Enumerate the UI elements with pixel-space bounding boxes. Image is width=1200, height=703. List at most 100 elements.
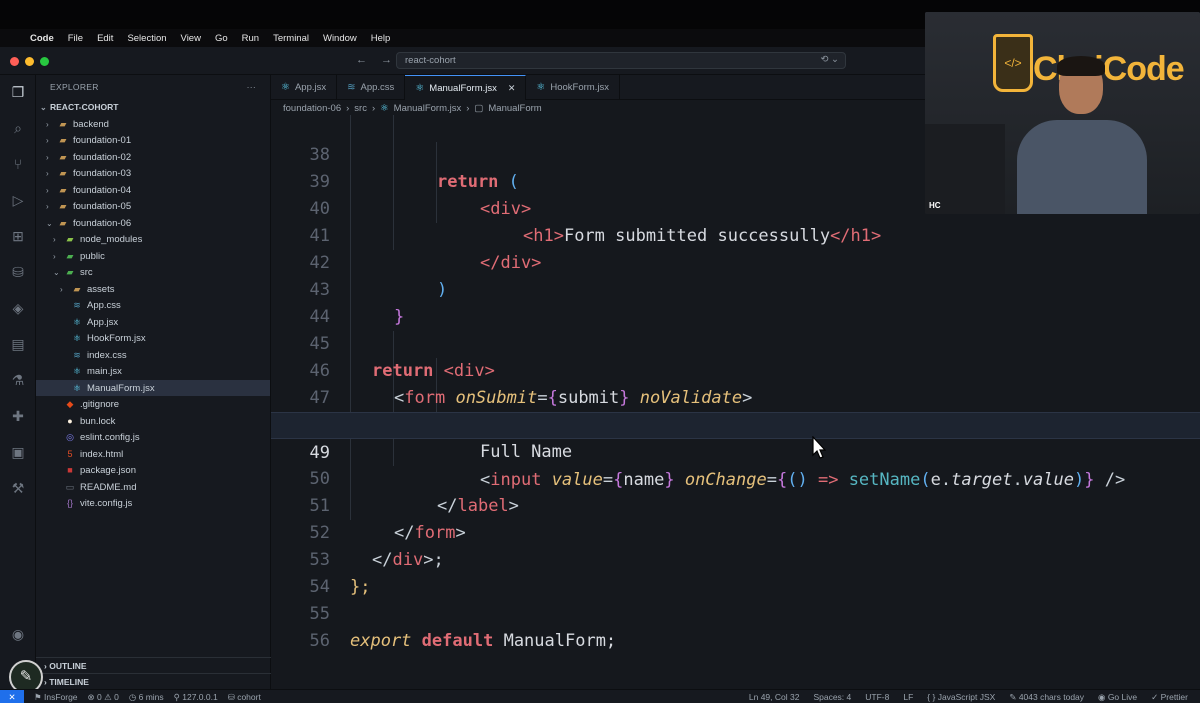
command-center-search[interactable]: react-cohort ⟲ ⌄ <box>396 52 846 69</box>
package-icon[interactable]: ▣ <box>9 443 27 461</box>
status-prettier[interactable]: ✓ Prettier <box>1151 692 1188 703</box>
account-icon[interactable]: ◉ <box>9 625 27 643</box>
react-icon: ⚛ <box>536 82 546 93</box>
status-spaces[interactable]: Spaces: 4 <box>813 692 851 702</box>
tree-item[interactable]: ◆ .gitignore <box>36 396 270 413</box>
code-line[interactable]: 42 ) <box>271 223 1200 300</box>
back-arrow-icon[interactable]: ← <box>356 54 367 66</box>
tree-item[interactable]: › ▰ assets <box>36 281 270 298</box>
tab-manualform-jsx[interactable]: ⚛ ManualForm.jsx ✕ <box>405 75 527 101</box>
tree-item[interactable]: {} vite.config.js <box>36 495 270 512</box>
tree-item[interactable]: › ▰ public <box>36 248 270 265</box>
tab-app-css[interactable]: ≋ App.css <box>337 75 406 100</box>
tree-item[interactable]: ⚛ HookForm.jsx <box>36 330 270 347</box>
close-window-button[interactable] <box>10 57 19 66</box>
code-line[interactable]: 46 <form onSubmit={submit} noValidate> <box>271 331 1200 408</box>
tree-item[interactable]: ■ package.json <box>36 462 270 479</box>
status-time[interactable]: ◷ 6 mins <box>129 692 164 703</box>
json-icon[interactable]: ▤ <box>9 335 27 353</box>
tree-item[interactable]: ⚛ ManualForm.jsx <box>36 379 270 396</box>
timeline-section[interactable]: › TIMELINE <box>36 673 271 689</box>
tree-item[interactable]: › ▰ foundation-03 <box>36 165 270 182</box>
source-control-icon[interactable]: ⑂ <box>9 155 27 173</box>
menu-app-name[interactable]: Code <box>30 33 54 44</box>
code-line[interactable]: 47 <label> <box>271 358 1200 435</box>
status-branch[interactable]: ⚑ InsForge <box>34 692 78 703</box>
forward-arrow-icon[interactable]: → <box>381 54 392 66</box>
remote-icon[interactable]: ✕ <box>0 690 24 703</box>
code-line[interactable]: 43 } <box>271 250 1200 327</box>
menu-go[interactable]: Go <box>215 33 228 44</box>
code-line[interactable]: 52 </div>; <box>271 493 1200 570</box>
code-line[interactable]: 45 return <div> <box>271 304 1200 381</box>
tree-item[interactable]: › ▰ foundation-04 <box>36 182 270 199</box>
status-chars[interactable]: ✎ 4043 chars today <box>1009 692 1084 703</box>
tree-item[interactable]: › ▰ foundation-01 <box>36 132 270 149</box>
status-eol[interactable]: LF <box>903 692 913 702</box>
tree-item[interactable]: ▭ README.md <box>36 479 270 496</box>
chevron-right-icon: › <box>46 152 49 162</box>
code-line[interactable]: 50 </label> <box>271 439 1200 516</box>
tree-item-label: foundation-03 <box>73 168 132 179</box>
status-language[interactable]: { } JavaScript JSX <box>927 692 995 702</box>
copilot-icon[interactable]: ⟲ ⌄ <box>820 54 839 65</box>
flask-icon[interactable]: ⚗ <box>9 371 27 389</box>
zoom-window-button[interactable] <box>40 57 49 66</box>
code-line[interactable]: 54 <box>271 547 1200 597</box>
code-line[interactable]: 53 }; <box>271 520 1200 597</box>
tab-app-jsx[interactable]: ⚛ App.jsx <box>271 75 338 100</box>
menu-window[interactable]: Window <box>323 33 357 44</box>
close-tab-icon[interactable]: ✕ <box>508 76 516 101</box>
status-position[interactable]: Ln 49, Col 32 <box>749 692 800 702</box>
tab-label: HookForm.jsx <box>550 82 609 93</box>
menu-view[interactable]: View <box>181 33 201 44</box>
tree-item[interactable]: 5 index.html <box>36 446 270 463</box>
menu-run[interactable]: Run <box>242 33 259 44</box>
tree-root-folder[interactable]: ⌄ REACT-COHORT <box>36 99 270 116</box>
status-problems[interactable]: ⊗ 0 ⚠ 0 <box>88 692 119 703</box>
tree-item[interactable]: ● bun.lock <box>36 413 270 430</box>
code-line[interactable]: 56 <box>271 601 1200 651</box>
menu-edit[interactable]: Edit <box>97 33 113 44</box>
explorer-files-icon[interactable]: ❐ <box>9 83 27 101</box>
outline-label: OUTLINE <box>49 661 87 671</box>
tree-item[interactable]: ⚛ main.jsx <box>36 363 270 380</box>
menu-help[interactable]: Help <box>371 33 391 44</box>
python-icon[interactable]: ✚ <box>9 407 27 425</box>
hammer-icon[interactable]: ⚒ <box>9 479 27 497</box>
database-icon[interactable]: ⛁ <box>9 263 27 281</box>
tree-item[interactable]: ◎ eslint.config.js <box>36 429 270 446</box>
tree-item[interactable]: ≋ index.css <box>36 347 270 364</box>
status-encoding[interactable]: UTF-8 <box>865 692 889 702</box>
more-actions-icon[interactable]: ··· <box>247 75 256 99</box>
tree-item[interactable]: › ▰ node_modules <box>36 231 270 248</box>
layers-icon[interactable]: ◈ <box>9 299 27 317</box>
tree-item[interactable]: › ▰ backend <box>36 116 270 133</box>
minimize-window-button[interactable] <box>25 57 34 66</box>
tab-hookform-jsx[interactable]: ⚛ HookForm.jsx <box>526 75 620 100</box>
tree-item[interactable]: ⌄ ▰ foundation-06 <box>36 215 270 232</box>
code-line-current[interactable]: 49 <input value={name} onChange={() => s… <box>271 412 1200 490</box>
status-cohort[interactable]: ⛁ cohort <box>228 692 261 703</box>
css-icon: ≋ <box>347 82 356 93</box>
menu-file[interactable]: File <box>68 33 83 44</box>
search-icon[interactable]: ⌕ <box>9 119 27 137</box>
menu-terminal[interactable]: Terminal <box>273 33 309 44</box>
tree-item[interactable]: › ▰ foundation-02 <box>36 149 270 166</box>
nav-arrows: ← → <box>356 54 392 66</box>
tree-item[interactable]: ⚛ App.jsx <box>36 314 270 331</box>
status-golive[interactable]: ◉ Go Live <box>1098 692 1137 703</box>
tree-item[interactable]: ≋ App.css <box>36 297 270 314</box>
line-number: 56 <box>309 631 330 651</box>
menu-selection[interactable]: Selection <box>127 33 166 44</box>
code-line[interactable]: 44 <box>271 277 1200 327</box>
tree-item[interactable]: ⌄ ▰ src <box>36 264 270 281</box>
code-line[interactable]: 48 Full Name <box>271 385 1200 462</box>
status-host[interactable]: ⚲ 127.0.0.1 <box>174 692 218 703</box>
code-line[interactable]: 55 export default ManualForm; <box>271 574 1200 651</box>
tree-item[interactable]: › ▰ foundation-05 <box>36 198 270 215</box>
outline-section[interactable]: › OUTLINE <box>36 657 271 673</box>
run-debug-icon[interactable]: ▷ <box>9 191 27 209</box>
extensions-icon[interactable]: ⊞ <box>9 227 27 245</box>
code-line[interactable]: 51 </form> <box>271 466 1200 543</box>
